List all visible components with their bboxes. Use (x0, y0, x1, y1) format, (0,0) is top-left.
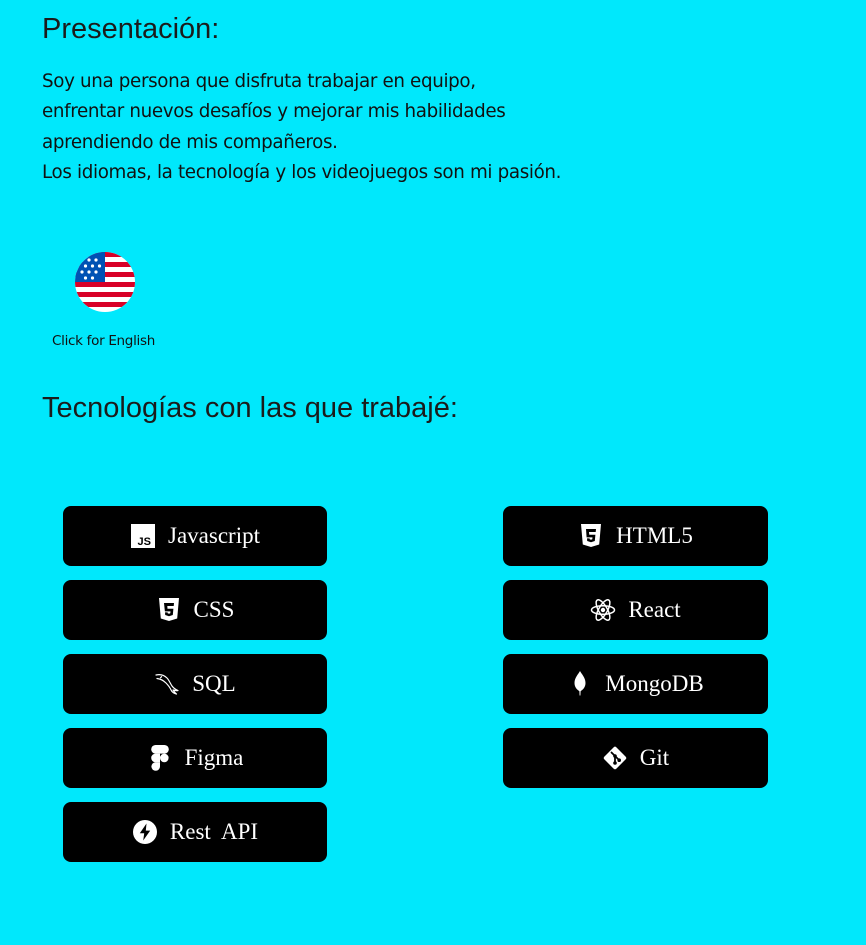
presentation-line: enfrentar nuevos desafíos y mejorar mis … (42, 101, 506, 123)
presentation-line: Los idiomas, la tecnología y los videoju… (42, 161, 562, 183)
tech-button-mongodb[interactable]: MongoDB (503, 654, 768, 714)
git-icon (602, 745, 628, 771)
javascript-icon: JS (130, 523, 156, 549)
tech-label: Git (639, 745, 670, 770)
html5-icon (578, 523, 604, 549)
tech-label: Javascript (168, 523, 260, 548)
tech-label: React (628, 597, 681, 622)
css3-icon (156, 597, 182, 623)
tech-label: MongoDB (605, 671, 704, 696)
presentation-line: aprendiendo de mis compañeros. (42, 131, 338, 153)
tech-label: CSS (193, 597, 235, 622)
figma-icon (147, 745, 173, 771)
mysql-dolphin-icon (154, 671, 180, 697)
tech-label: Rest API (169, 819, 259, 844)
tech-button-figma[interactable]: Figma (63, 728, 327, 788)
tech-button-html5[interactable]: HTML5 (503, 506, 768, 566)
svg-text:JS: JS (138, 536, 151, 548)
lightning-bolt-icon (132, 819, 158, 845)
tech-button-react[interactable]: React (503, 580, 768, 640)
tech-label: Figma (184, 745, 244, 770)
tech-button-git[interactable]: Git (503, 728, 768, 788)
tech-label: SQL (192, 671, 236, 696)
presentation-line: Soy una persona que disfruta trabajar en… (42, 71, 476, 92)
tech-button-css[interactable]: CSS (63, 580, 327, 640)
english-language-link[interactable]: Click for English (44, 251, 168, 351)
english-link-label[interactable]: Click for English (52, 333, 155, 349)
mongodb-leaf-icon (567, 671, 593, 697)
presentation-title: Presentación: (42, 13, 220, 45)
us-flag-icon[interactable] (75, 252, 135, 312)
tech-button-rest-api[interactable]: Rest API (63, 802, 327, 862)
tech-label: HTML5 (616, 523, 693, 548)
react-icon (590, 597, 616, 623)
tech-button-javascript[interactable]: JS Javascript (63, 506, 327, 566)
technologies-title: Tecnologías con las que trabajé: (42, 392, 458, 424)
presentation-text: Soy una persona que disfruta trabajar en… (42, 67, 682, 188)
tech-button-sql[interactable]: SQL (63, 654, 327, 714)
